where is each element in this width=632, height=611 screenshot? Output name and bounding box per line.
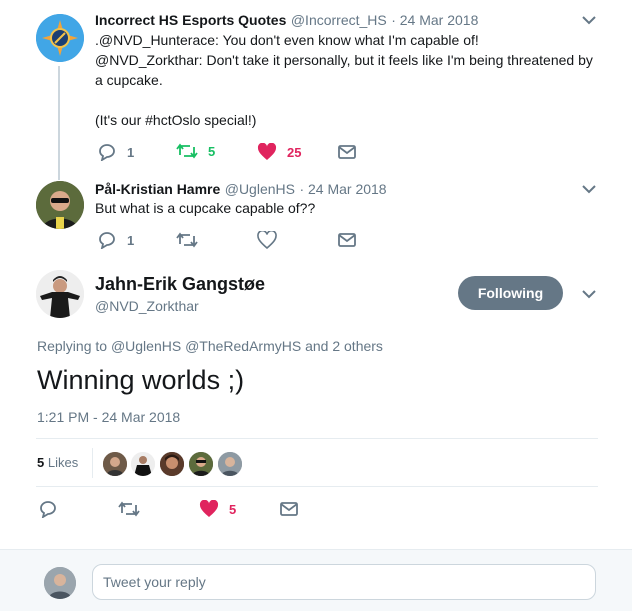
retweet-icon bbox=[176, 143, 198, 159]
current-user-avatar[interactable] bbox=[44, 567, 76, 599]
replying-prefix: Replying to bbox=[37, 338, 108, 354]
reply-button[interactable]: 1 bbox=[97, 231, 134, 249]
user-photo-icon bbox=[36, 181, 84, 229]
user-photo-icon bbox=[131, 452, 155, 476]
divider bbox=[36, 486, 598, 487]
chevron-down-icon[interactable] bbox=[582, 289, 596, 299]
liker-avatar[interactable] bbox=[188, 451, 214, 477]
tweet-line: a cupcake. bbox=[95, 72, 163, 88]
compass-logo-icon bbox=[36, 14, 84, 62]
following-button[interactable]: Following bbox=[458, 276, 563, 310]
retweet-button[interactable] bbox=[118, 501, 140, 517]
heart-icon bbox=[199, 500, 219, 517]
mail-icon bbox=[280, 502, 298, 516]
retweet-button[interactable]: 5 bbox=[176, 143, 215, 159]
reply-count: 1 bbox=[127, 232, 135, 248]
liker-avatar[interactable] bbox=[102, 451, 128, 477]
divider bbox=[36, 438, 598, 439]
tweet-line: (It's our #hctOslo special!) bbox=[95, 112, 257, 128]
user-photo-icon bbox=[103, 452, 127, 476]
replying-others[interactable]: and 2 others bbox=[305, 338, 383, 354]
reply-icon bbox=[40, 501, 56, 518]
tweet-line: @NVD_Zorkthar: Don't take it personally,… bbox=[95, 52, 593, 68]
likes-label: Likes bbox=[47, 455, 79, 470]
reply-icon bbox=[99, 144, 115, 161]
avatar-incorrect-hs[interactable] bbox=[36, 14, 84, 62]
heart-icon bbox=[257, 231, 277, 249]
likes-stat[interactable]: 5 Likes bbox=[37, 455, 78, 470]
like-count: 5 bbox=[229, 501, 237, 517]
user-photo-icon bbox=[160, 452, 184, 476]
main-tweet-text: Winning worlds ;) bbox=[37, 365, 245, 395]
like-button[interactable]: 25 bbox=[257, 143, 301, 161]
like-button[interactable]: 5 bbox=[199, 500, 236, 518]
tweet-body: .@NVD_Hunterace: You don't even know wha… bbox=[95, 30, 605, 130]
retweet-button[interactable] bbox=[176, 232, 198, 248]
likes-separator bbox=[92, 448, 93, 478]
user-photo-icon bbox=[44, 567, 76, 599]
tweet-body: But what is a cupcake capable of?? bbox=[95, 200, 316, 216]
reply-input[interactable]: Tweet your reply bbox=[92, 564, 596, 600]
thread-line bbox=[58, 66, 60, 180]
reply-count: 1 bbox=[127, 144, 135, 160]
main-author-name[interactable]: Jahn-Erik Gangstøe bbox=[95, 274, 265, 295]
like-button[interactable] bbox=[257, 231, 277, 249]
avatar-zorkthar[interactable] bbox=[36, 270, 84, 318]
mail-icon bbox=[338, 233, 356, 247]
retweet-count: 5 bbox=[208, 143, 216, 159]
avatar-uglenhs[interactable] bbox=[36, 181, 84, 229]
author-name[interactable]: Pål-Kristian Hamre bbox=[95, 181, 220, 197]
liker-avatar[interactable] bbox=[217, 451, 243, 477]
dm-button[interactable] bbox=[338, 233, 356, 247]
reply-button[interactable]: 1 bbox=[97, 143, 134, 161]
dm-button[interactable] bbox=[280, 502, 298, 516]
reply-button[interactable] bbox=[38, 500, 58, 518]
user-photo-icon bbox=[36, 270, 84, 318]
dm-button[interactable] bbox=[338, 145, 356, 159]
user-photo-icon bbox=[189, 452, 213, 476]
likes-count: 5 bbox=[37, 455, 45, 470]
main-timestamp[interactable]: 1:21 PM - 24 Mar 2018 bbox=[37, 409, 180, 425]
chevron-down-icon[interactable] bbox=[582, 184, 596, 194]
chevron-down-icon[interactable] bbox=[582, 15, 596, 25]
liker-avatar[interactable] bbox=[130, 451, 156, 477]
tweet-line: .@NVD_Hunterace: You don't even know wha… bbox=[95, 32, 479, 48]
user-photo-icon bbox=[218, 452, 242, 476]
reply-icon bbox=[99, 232, 115, 249]
tweet-line bbox=[95, 90, 605, 110]
author-handle[interactable]: @UglenHS bbox=[225, 181, 295, 197]
liker-avatar[interactable] bbox=[159, 451, 185, 477]
main-author-handle[interactable]: @NVD_Zorkthar bbox=[95, 298, 199, 314]
like-count: 25 bbox=[287, 144, 302, 160]
heart-icon bbox=[257, 143, 277, 160]
retweet-icon bbox=[118, 501, 140, 517]
mail-icon bbox=[338, 145, 356, 159]
tweet-date[interactable]: · 24 Mar 2018 bbox=[299, 181, 386, 197]
author-name[interactable]: Incorrect HS Esports Quotes bbox=[95, 12, 286, 28]
author-handle[interactable]: @Incorrect_HS bbox=[291, 12, 387, 28]
tweet-date[interactable]: · 24 Mar 2018 bbox=[391, 12, 478, 28]
retweet-icon bbox=[176, 232, 198, 248]
replying-users[interactable]: @UglenHS @TheRedArmyHS bbox=[111, 338, 301, 354]
replying-to: Replying to @UglenHS @TheRedArmyHS and 2… bbox=[37, 338, 383, 354]
